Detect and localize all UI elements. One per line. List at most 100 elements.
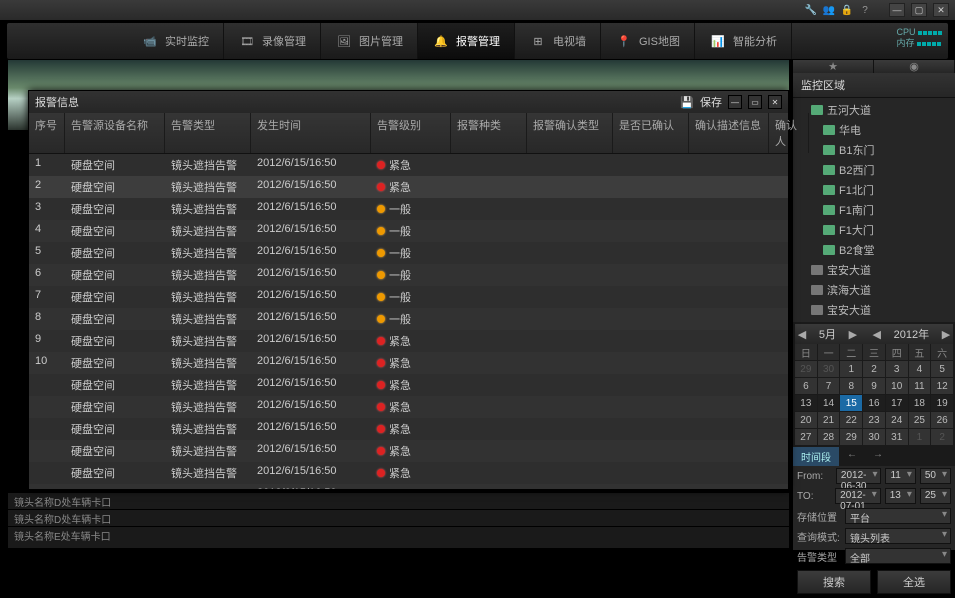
cal-day[interactable]: 24 bbox=[886, 412, 908, 428]
cal-next-year[interactable]: ▶ bbox=[939, 328, 953, 341]
table-row[interactable]: 7硬盘空间镜头遮挡告警2012/6/15/16:50一般 bbox=[29, 286, 788, 308]
lock-icon[interactable]: 🔒 bbox=[841, 4, 853, 16]
table-row[interactable]: 硬盘空间镜头遮挡告警2012/6/15/16:50紧急 bbox=[29, 440, 788, 462]
alarm-type-select[interactable]: 全部 bbox=[845, 548, 951, 564]
to-min[interactable]: 25 bbox=[920, 488, 951, 504]
col-header[interactable]: 报警确认类型 bbox=[527, 113, 613, 153]
to-hour[interactable]: 13 bbox=[885, 488, 916, 504]
time-next[interactable]: → bbox=[865, 447, 891, 466]
cal-day[interactable]: 12 bbox=[931, 378, 953, 394]
cal-day[interactable]: 7 bbox=[818, 378, 840, 394]
col-header[interactable]: 发生时间 bbox=[251, 113, 371, 153]
col-header[interactable]: 告警源设备名称 bbox=[65, 113, 165, 153]
cal-prev-year[interactable]: ◀ bbox=[870, 328, 884, 341]
table-row[interactable]: 硬盘空间镜头遮挡告警2012/6/15/16:50紧急 bbox=[29, 374, 788, 396]
cal-day[interactable]: 4 bbox=[909, 361, 931, 377]
col-header[interactable]: 告警类型 bbox=[165, 113, 251, 153]
tree-item[interactable]: 滨海大道 bbox=[793, 280, 955, 300]
popup-restore[interactable]: ▭ bbox=[748, 95, 762, 109]
tree-item[interactable]: F1北门 bbox=[793, 180, 955, 200]
col-header[interactable]: 序号 bbox=[29, 113, 65, 153]
table-row[interactable]: 4硬盘空间镜头遮挡告警2012/6/15/16:50一般 bbox=[29, 220, 788, 242]
wrench-icon[interactable]: 🔧 bbox=[805, 4, 817, 16]
table-row[interactable]: 5硬盘空间镜头遮挡告警2012/6/15/16:50一般 bbox=[29, 242, 788, 264]
cal-day[interactable]: 2 bbox=[863, 361, 885, 377]
side-tab-star[interactable]: ★ bbox=[793, 60, 874, 73]
table-row[interactable]: 6硬盘空间镜头遮挡告警2012/6/15/16:50一般 bbox=[29, 264, 788, 286]
cal-day[interactable]: 17 bbox=[886, 395, 908, 411]
maximize-button[interactable]: ▢ bbox=[911, 3, 927, 17]
timeline-row[interactable]: 镜头名称D处车辆卡口 bbox=[8, 509, 789, 526]
table-row[interactable]: 8硬盘空间镜头遮挡告警2012/6/15/16:50一般 bbox=[29, 308, 788, 330]
table-row[interactable]: 3硬盘空间镜头遮挡告警2012/6/15/16:50一般 bbox=[29, 198, 788, 220]
cal-day[interactable]: 5 bbox=[931, 361, 953, 377]
nav-tab-1[interactable]: 🎞录像管理 bbox=[224, 23, 321, 59]
cal-day[interactable]: 15 bbox=[840, 395, 862, 411]
cal-day[interactable]: 25 bbox=[909, 412, 931, 428]
from-date[interactable]: 2012-06-30 bbox=[836, 468, 882, 484]
timeline-row[interactable]: 镜头名称E处车辆卡口 bbox=[8, 526, 789, 543]
to-date[interactable]: 2012-07-01 bbox=[835, 488, 881, 504]
cal-day[interactable]: 26 bbox=[931, 412, 953, 428]
cal-day[interactable]: 3 bbox=[886, 361, 908, 377]
side-tab-camera[interactable]: ◉ bbox=[874, 60, 955, 73]
nav-tab-6[interactable]: 📊智能分析 bbox=[695, 23, 792, 59]
select-all-button[interactable]: 全选 bbox=[877, 570, 951, 594]
cal-day[interactable]: 27 bbox=[795, 429, 817, 445]
table-row[interactable]: 2硬盘空间镜头遮挡告警2012/6/15/16:50紧急 bbox=[29, 176, 788, 198]
store-select[interactable]: 平台 bbox=[845, 508, 951, 524]
cal-day[interactable]: 29 bbox=[795, 361, 817, 377]
table-row[interactable]: 1硬盘空间镜头遮挡告警2012/6/15/16:50紧急 bbox=[29, 154, 788, 176]
tree-item[interactable]: B2食堂 bbox=[793, 240, 955, 260]
cal-day[interactable]: 20 bbox=[795, 412, 817, 428]
from-hour[interactable]: 11 bbox=[885, 468, 915, 484]
table-row[interactable]: 硬盘空间镜头遮挡告警2012/6/15/16:50紧急 bbox=[29, 484, 788, 489]
col-header[interactable]: 是否已确认 bbox=[613, 113, 689, 153]
nav-tab-0[interactable]: 📹实时监控 bbox=[127, 23, 224, 59]
cal-day[interactable]: 1 bbox=[840, 361, 862, 377]
tree-item[interactable]: 五河大道 bbox=[793, 100, 955, 120]
cal-day[interactable]: 2 bbox=[931, 429, 953, 445]
cal-day[interactable]: 13 bbox=[795, 395, 817, 411]
cal-day[interactable]: 16 bbox=[863, 395, 885, 411]
cal-year[interactable]: 2012年 bbox=[894, 326, 929, 342]
table-row[interactable]: 硬盘空间镜头遮挡告警2012/6/15/16:50紧急 bbox=[29, 418, 788, 440]
nav-tab-2[interactable]: 🖼图片管理 bbox=[321, 23, 418, 59]
tree-item[interactable]: F1南门 bbox=[793, 200, 955, 220]
cal-day[interactable]: 30 bbox=[863, 429, 885, 445]
col-header[interactable]: 确认人 bbox=[769, 113, 809, 153]
cal-day[interactable]: 8 bbox=[840, 378, 862, 394]
cal-day[interactable]: 31 bbox=[886, 429, 908, 445]
table-row[interactable]: 9硬盘空间镜头遮挡告警2012/6/15/16:50紧急 bbox=[29, 330, 788, 352]
cal-day[interactable]: 29 bbox=[840, 429, 862, 445]
save-label[interactable]: 保存 bbox=[700, 94, 722, 110]
tree-item[interactable]: 宝安大道 bbox=[793, 300, 955, 320]
tree-item[interactable]: B1东门 bbox=[793, 140, 955, 160]
table-row[interactable]: 硬盘空间镜头遮挡告警2012/6/15/16:50紧急 bbox=[29, 396, 788, 418]
help-icon[interactable]: ? bbox=[859, 4, 871, 16]
save-icon[interactable]: 💾 bbox=[680, 96, 694, 109]
cal-day[interactable]: 6 bbox=[795, 378, 817, 394]
nav-tab-3[interactable]: 🔔报警管理 bbox=[418, 23, 515, 59]
cal-day[interactable]: 30 bbox=[818, 361, 840, 377]
tree-item[interactable]: B2西门 bbox=[793, 160, 955, 180]
tree-item[interactable]: 宝安大道 bbox=[793, 260, 955, 280]
time-prev[interactable]: ← bbox=[839, 447, 865, 466]
tab-time-range[interactable]: 时间段 bbox=[793, 447, 839, 466]
close-button[interactable]: ✕ bbox=[933, 3, 949, 17]
tree-item[interactable]: F1大门 bbox=[793, 220, 955, 240]
nav-tab-5[interactable]: 📍GIS地图 bbox=[601, 23, 695, 59]
tree-item[interactable]: 华电 bbox=[793, 120, 955, 140]
cal-day[interactable]: 10 bbox=[886, 378, 908, 394]
cal-month[interactable]: 5月 bbox=[819, 326, 836, 342]
table-row[interactable]: 10硬盘空间镜头遮挡告警2012/6/15/16:50紧急 bbox=[29, 352, 788, 374]
cal-day[interactable]: 22 bbox=[840, 412, 862, 428]
cal-day[interactable]: 14 bbox=[818, 395, 840, 411]
table-row[interactable]: 硬盘空间镜头遮挡告警2012/6/15/16:50紧急 bbox=[29, 462, 788, 484]
cal-day[interactable]: 21 bbox=[818, 412, 840, 428]
popup-minimize[interactable]: — bbox=[728, 95, 742, 109]
users-icon[interactable]: 👥 bbox=[823, 4, 835, 16]
col-header[interactable]: 确认描述信息 bbox=[689, 113, 769, 153]
cal-day[interactable]: 9 bbox=[863, 378, 885, 394]
cal-day[interactable]: 18 bbox=[909, 395, 931, 411]
